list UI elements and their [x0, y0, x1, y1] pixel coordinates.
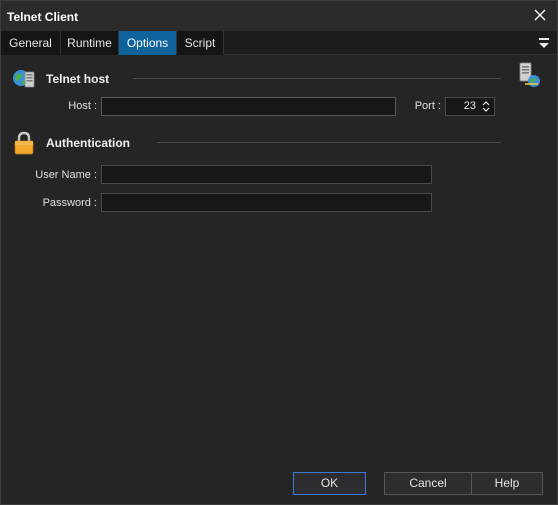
- password-label: Password :: [42, 197, 97, 209]
- telnet-host-icon: [11, 66, 37, 92]
- spin-arrows-icon[interactable]: [480, 99, 492, 114]
- tab-general[interactable]: General: [1, 31, 61, 55]
- password-input[interactable]: [101, 193, 432, 212]
- close-icon: [534, 9, 546, 21]
- help-button[interactable]: Help: [471, 472, 543, 495]
- close-button[interactable]: [531, 6, 549, 24]
- telnet-client-dialog: Telnet Client General Runtime Options Sc…: [0, 0, 558, 505]
- telnet-host-heading: Telnet host: [46, 72, 110, 86]
- tab-script[interactable]: Script: [177, 31, 224, 55]
- host-input[interactable]: [101, 97, 396, 116]
- window-title: Telnet Client: [7, 10, 79, 24]
- lock-icon: [12, 130, 38, 156]
- tab-menu-icon: [539, 38, 549, 48]
- section-divider: [157, 142, 501, 143]
- username-label: User Name :: [35, 169, 97, 181]
- authentication-heading: Authentication: [46, 136, 130, 150]
- port-label: Port :: [414, 100, 441, 112]
- tab-runtime[interactable]: Runtime: [61, 31, 119, 55]
- port-stepper[interactable]: 23: [445, 97, 495, 116]
- tab-bar: General Runtime Options Script: [1, 31, 557, 55]
- username-input[interactable]: [101, 165, 432, 184]
- ok-button[interactable]: OK: [293, 472, 366, 495]
- title-bar: Telnet Client: [1, 1, 557, 31]
- port-value: 23: [463, 100, 476, 112]
- tab-menu-button[interactable]: [537, 35, 551, 51]
- cancel-button[interactable]: Cancel: [384, 472, 472, 495]
- telnet-client-icon: [514, 60, 544, 90]
- section-divider: [133, 78, 501, 79]
- options-panel: [1, 55, 557, 467]
- tab-options[interactable]: Options: [119, 31, 177, 55]
- host-label: Host :: [68, 100, 97, 112]
